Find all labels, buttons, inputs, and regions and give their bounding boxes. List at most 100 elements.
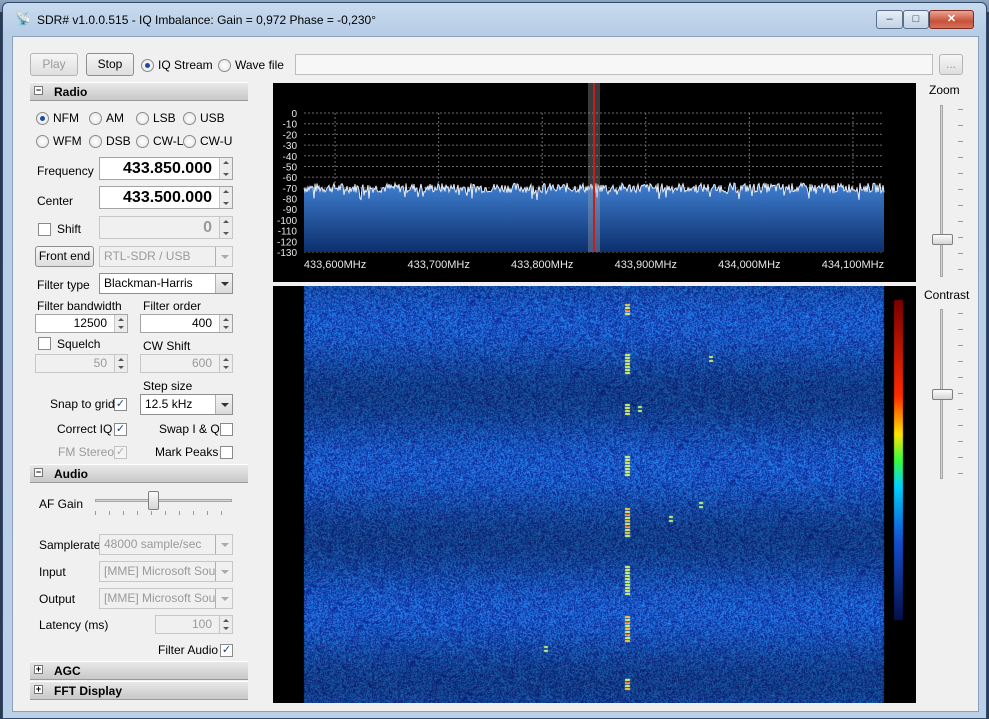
filter-audio-label: Filter Audio: [158, 643, 219, 657]
y-tick-label: -100: [277, 216, 297, 227]
spectrum-plot: 0-10-20-30-40-50-60-70-80-90-100-110-120…: [277, 83, 885, 271]
snap-to-grid-label: Snap to grid: [50, 397, 115, 411]
mode-cwl-radio[interactable]: CW-L: [136, 134, 183, 148]
close-button[interactable]: ✕: [929, 10, 974, 29]
agc-section-header[interactable]: + AGC: [30, 661, 248, 680]
squelch-spinner[interactable]: [114, 355, 127, 372]
spectrum-analyzer[interactable]: 0 -10 -20 -30 -40 -50 -60 -70 -80 -90 -100 -110 -120…: [273, 83, 916, 282]
mode-lsb-radio[interactable]: LSB: [136, 111, 176, 125]
filter-order-spinner[interactable]: [219, 315, 232, 332]
front-end-device: RTL-SDR / USB: [104, 249, 191, 263]
front-end-button[interactable]: Front end: [35, 246, 94, 267]
squelch-value: 50: [93, 356, 107, 370]
input-device-select[interactable]: [MME] Microsoft Sound: [99, 561, 233, 582]
audio-section-header[interactable]: − Audio: [30, 464, 248, 483]
center-spinner[interactable]: [219, 187, 232, 208]
x-tick-label: 434,100MHz: [822, 259, 884, 271]
af-gain-slider[interactable]: [95, 491, 232, 517]
squelch-label: Squelch: [57, 337, 101, 351]
y-tick-label: -80: [283, 195, 298, 206]
mode-label: LSB: [153, 111, 176, 125]
slider-thumb[interactable]: [932, 233, 953, 245]
swap-iq-label: Swap I & Q: [159, 422, 220, 436]
play-button[interactable]: Play: [30, 53, 78, 76]
radio-dot: [89, 111, 102, 125]
slider-track: [940, 105, 943, 277]
cw-shift-input[interactable]: 600: [140, 354, 233, 373]
y-tick-label: -130: [277, 248, 297, 259]
filter-type-value: Blackman-Harris: [104, 276, 193, 290]
filter-type-select[interactable]: Blackman-Harris: [99, 273, 233, 294]
slider-thumb[interactable]: [932, 388, 953, 400]
step-size-value: 12.5 kHz: [145, 397, 193, 411]
center-label: Center: [37, 194, 74, 208]
mode-dsb-radio[interactable]: DSB: [89, 134, 131, 148]
samplerate-select[interactable]: 48000 sample/sec: [99, 534, 233, 555]
iq-stream-radio[interactable]: IQ Stream: [141, 58, 213, 72]
waterfall-display[interactable]: [273, 286, 916, 703]
contrast-slider[interactable]: [932, 309, 953, 479]
x-tick-label: 433,700MHz: [407, 259, 469, 271]
step-size-label: Step size: [143, 379, 193, 393]
filter-order-value: 400: [191, 316, 212, 330]
squelch-input[interactable]: 50: [35, 354, 128, 373]
latency-input[interactable]: 100: [155, 615, 233, 634]
filter-audio-checkbox[interactable]: ✓: [220, 644, 233, 657]
filter-order-input[interactable]: 400: [140, 314, 233, 333]
snap-to-grid-checkbox[interactable]: ✓: [114, 398, 127, 411]
y-tick-label: 0: [291, 109, 297, 120]
step-size-select[interactable]: 12.5 kHz: [140, 394, 233, 415]
filter-bandwidth-spinner[interactable]: [114, 315, 127, 332]
audio-header-label: Audio: [54, 467, 88, 481]
y-tick-label: -120: [277, 237, 297, 248]
latency-spinner[interactable]: [219, 616, 232, 633]
window-title: SDR# v1.0.0.515 - IQ Imbalance: Gain = 0…: [37, 13, 376, 27]
mode-usb-radio[interactable]: USB: [183, 111, 225, 125]
shift-checkbox[interactable]: [38, 223, 51, 236]
mode-label: AM: [106, 111, 124, 125]
zoom-slider[interactable]: [932, 105, 953, 277]
output-device-select[interactable]: [MME] Microsoft Sound: [99, 588, 233, 609]
radio-dot: [183, 111, 196, 125]
slider-thumb[interactable]: [147, 491, 159, 510]
collapse-icon: −: [34, 467, 43, 477]
mode-am-radio[interactable]: AM: [89, 111, 124, 125]
cw-shift-spinner[interactable]: [219, 355, 232, 372]
chevron-down-icon: [215, 562, 232, 581]
front-end-select[interactable]: RTL-SDR / USB: [99, 246, 233, 267]
browse-button[interactable]: ...: [939, 54, 963, 75]
y-tick-label: -20: [283, 130, 298, 141]
mode-label: WFM: [53, 134, 82, 148]
wave-file-radio[interactable]: Wave file: [218, 58, 284, 72]
zoom-label: Zoom: [929, 83, 960, 97]
mark-peaks-label: Mark Peaks: [155, 445, 219, 459]
mode-cwu-radio[interactable]: CW-U: [183, 134, 232, 148]
filter-bandwidth-input[interactable]: 12500: [35, 314, 128, 333]
latency-label: Latency (ms): [39, 618, 109, 632]
fm-stereo-checkbox[interactable]: ✓: [114, 446, 127, 459]
mark-peaks-checkbox[interactable]: [220, 446, 233, 459]
center-input[interactable]: 433.500.000: [99, 186, 233, 209]
radio-section-header[interactable]: − Radio: [30, 82, 248, 101]
mode-nfm-radio[interactable]: NFM: [36, 111, 79, 125]
squelch-checkbox[interactable]: [38, 337, 51, 350]
mode-label: CW-L: [153, 134, 184, 148]
filter-bandwidth-label: Filter bandwidth: [37, 299, 122, 313]
shift-spinner[interactable]: [219, 217, 232, 238]
shift-input[interactable]: 0: [99, 216, 233, 239]
shift-value: 0: [203, 219, 212, 236]
stop-button[interactable]: Stop: [86, 53, 134, 76]
contrast-label: Contrast: [924, 288, 970, 302]
fft-display-section-header[interactable]: + FFT Display: [30, 681, 248, 700]
y-tick-label: -70: [283, 184, 298, 195]
frequency-input[interactable]: 433.850.000: [99, 157, 233, 180]
file-path-input[interactable]: [295, 54, 933, 75]
maximize-button[interactable]: □: [903, 10, 929, 29]
agc-header-label: AGC: [54, 664, 81, 678]
mode-wfm-radio[interactable]: WFM: [36, 134, 82, 148]
cw-shift-label: CW Shift: [143, 339, 191, 353]
swap-iq-checkbox[interactable]: [220, 423, 233, 436]
frequency-spinner[interactable]: [219, 158, 232, 179]
minimize-button[interactable]: –: [876, 10, 903, 29]
correct-iq-checkbox[interactable]: ✓: [114, 423, 127, 436]
